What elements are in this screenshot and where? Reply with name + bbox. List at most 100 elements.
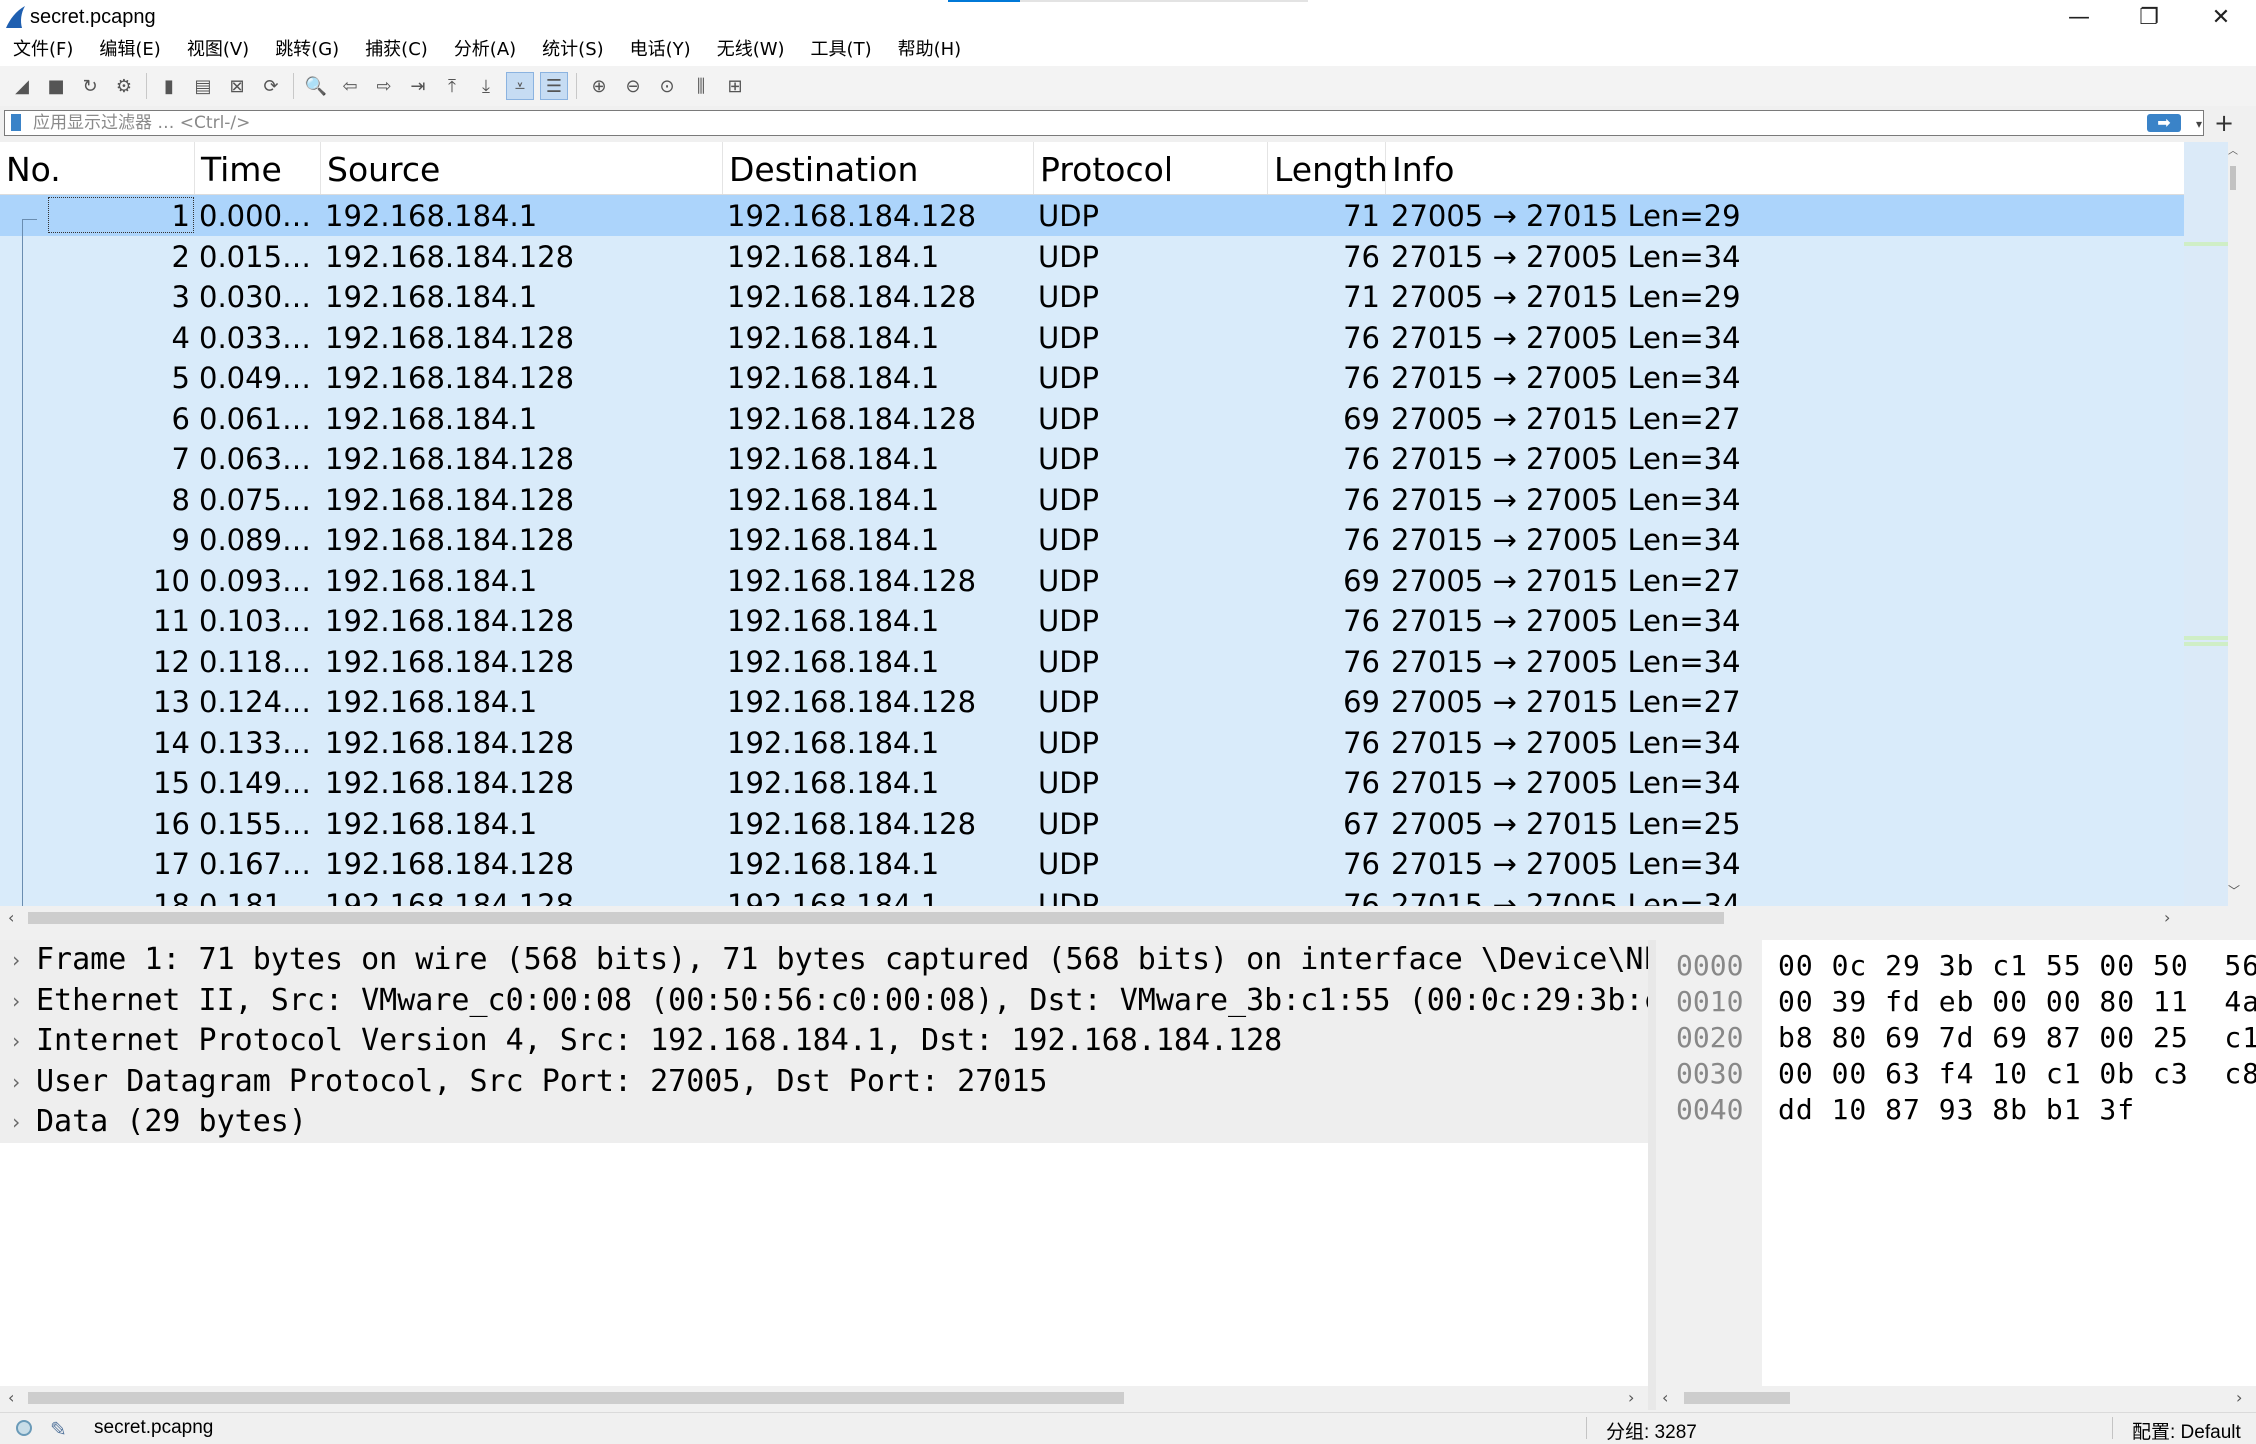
zoom-out-icon[interactable]: ⊖ <box>619 72 647 100</box>
find-packet-icon[interactable]: 🔍 <box>302 72 330 100</box>
add-filter-button[interactable]: + <box>2212 109 2236 137</box>
table-row[interactable]: 13 0.124… 192.168.184.1 192.168.184.128 UDP 6… <box>0 681 2184 722</box>
table-row[interactable]: 17 0.167… 192.168.184.128 192.168.184.1 UDP 7… <box>0 843 2184 884</box>
menu-item-6[interactable]: 统计(S) <box>529 35 616 65</box>
auto-scroll-icon[interactable]: ⩡ <box>506 72 534 100</box>
minimize-button[interactable]: — <box>2044 0 2114 34</box>
filter-history-dropdown[interactable]: ▾ <box>2191 113 2207 135</box>
expand-chevron-icon[interactable]: › <box>10 1102 22 1142</box>
column-header-protocol[interactable]: Protocol <box>1034 142 1268 194</box>
filter-bookmark-icon[interactable] <box>11 114 21 131</box>
column-header-destination[interactable]: Destination <box>723 142 1034 194</box>
detail-tree-item[interactable]: › Data (29 bytes) <box>0 1102 1648 1143</box>
pane-splitter[interactable] <box>1648 940 1656 1410</box>
zoom-reset-icon[interactable]: ⊙ <box>653 72 681 100</box>
menu-item-9[interactable]: 工具(T) <box>798 35 885 65</box>
close-button[interactable]: ✕ <box>2186 0 2256 34</box>
table-row[interactable]: 15 0.149… 192.168.184.128 192.168.184.1 UDP 7… <box>0 762 2184 803</box>
table-row[interactable]: 5 0.049… 192.168.184.128 192.168.184.1 UDP 76… <box>0 357 2184 398</box>
expand-chevron-icon[interactable]: › <box>10 940 22 980</box>
detail-tree-item[interactable]: › Frame 1: 71 bytes on wire (568 bits), 7… <box>0 940 1648 981</box>
bytes-hex[interactable]: 00 0c 29 3b c1 55 00 50 56 <box>1778 948 2256 984</box>
scroll-left-arrow-icon[interactable]: ‹ <box>8 1386 14 1410</box>
close-file-icon[interactable]: ⊠ <box>223 72 251 100</box>
stop-capture-icon[interactable]: ■ <box>42 72 70 100</box>
scroll-right-arrow-icon[interactable]: › <box>2236 1386 2242 1410</box>
scroll-up-arrow-icon[interactable]: ︿ <box>2228 142 2240 162</box>
detail-tree-item[interactable]: › Ethernet II, Src: VMware_c0:00:08 (00:5… <box>0 980 1648 1021</box>
zoom-in-icon[interactable]: ⊕ <box>585 72 613 100</box>
column-header-length[interactable]: Length <box>1268 142 1388 194</box>
go-back-icon[interactable]: ⇦ <box>336 72 364 100</box>
table-row[interactable]: 8 0.075… 192.168.184.128 192.168.184.1 UDP 76… <box>0 479 2184 520</box>
go-first-icon[interactable]: ⤒ <box>438 72 466 100</box>
bytes-hex[interactable]: 00 00 63 f4 10 c1 0b c3 c8 <box>1778 1056 2256 1092</box>
scroll-down-arrow-icon[interactable]: ﹀ <box>2228 882 2240 902</box>
table-row[interactable]: 9 0.089… 192.168.184.128 192.168.184.1 UDP 76… <box>0 519 2184 560</box>
table-row[interactable]: 11 0.103… 192.168.184.128 192.168.184.1 UDP 7… <box>0 600 2184 641</box>
menu-item-8[interactable]: 无线(W) <box>704 35 798 65</box>
restore-button[interactable]: ❐ <box>2114 0 2184 34</box>
bytes-hex[interactable]: 00 39 fd eb 00 00 80 11 4a <box>1778 984 2256 1020</box>
go-forward-icon[interactable]: ⇨ <box>370 72 398 100</box>
bytes-horizontal-scrollbar[interactable]: ‹ › <box>1656 1386 2256 1410</box>
display-filter-input[interactable] <box>33 112 2123 134</box>
go-last-icon[interactable]: ⤓ <box>472 72 500 100</box>
menu-item-3[interactable]: 跳转(G) <box>262 35 352 65</box>
colorize-icon[interactable]: ☰ <box>540 72 568 100</box>
packet-list-vertical-scrollbar[interactable]: ︿ ﹀ <box>2184 142 2240 906</box>
save-file-icon[interactable]: ▤ <box>189 72 217 100</box>
menu-item-5[interactable]: 分析(A) <box>441 35 529 65</box>
menu-item-2[interactable]: 视图(V) <box>174 35 262 65</box>
detail-tree-item[interactable]: › Internet Protocol Version 4, Src: 192.1… <box>0 1021 1648 1062</box>
open-file-icon[interactable]: ▮ <box>155 72 183 100</box>
table-row[interactable]: 1 0.000… 192.168.184.1 192.168.184.128 UDP 71… <box>0 195 2184 236</box>
horizontal-scroll-thumb[interactable] <box>28 1392 1124 1404</box>
horizontal-scroll-thumb[interactable] <box>28 912 1724 924</box>
column-header-info[interactable]: Info <box>1386 142 2184 194</box>
menu-item-10[interactable]: 帮助(H) <box>885 35 975 65</box>
packet-minimap[interactable] <box>2184 142 2228 906</box>
table-row[interactable]: 14 0.133… 192.168.184.128 192.168.184.1 UDP 7… <box>0 722 2184 763</box>
table-row[interactable]: 6 0.061… 192.168.184.1 192.168.184.128 UDP 69… <box>0 398 2184 439</box>
start-capture-icon[interactable]: ◢ <box>8 72 36 100</box>
bytes-hex[interactable]: b8 80 69 7d 69 87 00 25 c1 <box>1778 1020 2256 1056</box>
restart-capture-icon[interactable]: ↻ <box>76 72 104 100</box>
capture-comment-icon[interactable]: ✎ <box>50 1417 67 1442</box>
expand-chevron-icon[interactable]: › <box>10 1021 22 1061</box>
vertical-scroll-thumb[interactable] <box>2230 166 2236 190</box>
table-row[interactable]: 16 0.155… 192.168.184.1 192.168.184.128 UDP 6… <box>0 803 2184 844</box>
column-header-source[interactable]: Source <box>321 142 723 194</box>
reload-file-icon[interactable]: ⟳ <box>257 72 285 100</box>
table-row[interactable]: 12 0.118… 192.168.184.128 192.168.184.1 UDP 7… <box>0 641 2184 682</box>
table-row[interactable]: 7 0.063… 192.168.184.128 192.168.184.1 UDP 76… <box>0 438 2184 479</box>
table-row[interactable]: 10 0.093… 192.168.184.1 192.168.184.128 UDP 6… <box>0 560 2184 601</box>
apply-filter-button[interactable]: ➡ <box>2147 114 2181 132</box>
menu-item-1[interactable]: 编辑(E) <box>86 35 173 65</box>
bytes-hex[interactable]: dd 10 87 93 8b b1 3f <box>1778 1092 2135 1128</box>
expand-chevron-icon[interactable]: › <box>10 1062 22 1102</box>
column-header-time[interactable]: Time <box>195 142 321 194</box>
go-to-packet-icon[interactable]: ⇥ <box>404 72 432 100</box>
expand-chevron-icon[interactable]: › <box>10 981 22 1021</box>
table-row[interactable]: 18 0.181… 192.168.184.128 192.168.184.1 UDP 7… <box>0 884 2184 907</box>
detail-tree-item[interactable]: › User Datagram Protocol, Src Port: 27005… <box>0 1061 1648 1102</box>
scroll-right-arrow-icon[interactable]: › <box>1628 1386 1634 1410</box>
menu-item-7[interactable]: 电话(Y) <box>617 35 704 65</box>
menu-item-4[interactable]: 捕获(C) <box>352 35 441 65</box>
table-row[interactable]: 4 0.033… 192.168.184.128 192.168.184.1 UDP 76… <box>0 317 2184 358</box>
table-row[interactable]: 3 0.030… 192.168.184.1 192.168.184.128 UDP 71… <box>0 276 2184 317</box>
scroll-left-arrow-icon[interactable]: ‹ <box>8 906 14 930</box>
details-horizontal-scrollbar[interactable]: ‹ › <box>0 1386 1648 1410</box>
layout-icon[interactable]: ⊞ <box>721 72 749 100</box>
menu-item-0[interactable]: 文件(F) <box>0 35 86 65</box>
packet-list-horizontal-scrollbar[interactable]: ‹ › <box>0 906 2184 930</box>
resize-columns-icon[interactable]: ⫼ <box>687 72 715 100</box>
expert-info-status-icon[interactable] <box>16 1420 32 1436</box>
column-header-no[interactable]: No. <box>0 142 195 194</box>
capture-options-icon[interactable]: ⚙ <box>110 72 138 100</box>
status-profile[interactable]: 配置: Default <box>2132 1417 2241 1444</box>
scroll-left-arrow-icon[interactable]: ‹ <box>1662 1386 1668 1410</box>
table-row[interactable]: 2 0.015… 192.168.184.128 192.168.184.1 UDP 76… <box>0 236 2184 277</box>
horizontal-scroll-thumb[interactable] <box>1684 1392 1790 1404</box>
